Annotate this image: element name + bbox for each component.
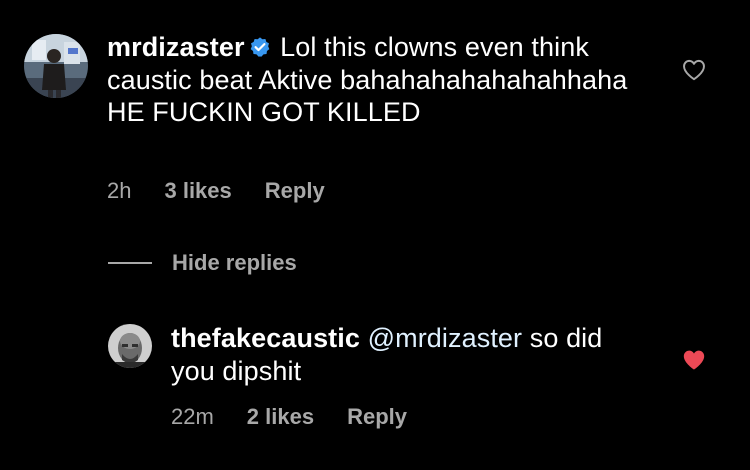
reply-likes-count[interactable]: 2 likes [247, 404, 314, 430]
replier-avatar[interactable] [108, 324, 152, 368]
reply-item: thefakecaustic @mrdizaster so did you di… [0, 300, 750, 460]
comment-meta: 2h 3 likes Reply [107, 178, 325, 204]
user-photo-avatar-icon [24, 34, 88, 98]
hide-replies-toggle[interactable]: Hide replies [108, 250, 297, 276]
reply-timestamp: 22m [171, 404, 214, 429]
reply-username[interactable]: thefakecaustic [171, 323, 360, 353]
comment-timestamp: 2h [107, 178, 132, 203]
like-button[interactable] [681, 57, 707, 83]
divider-line [108, 262, 152, 264]
reply-mention-link[interactable]: @mrdizaster [368, 323, 523, 353]
user-photo-avatar-icon [108, 324, 152, 368]
commenter-avatar[interactable] [24, 34, 88, 98]
comment-body: mrdizaster Lol this clowns even think ca… [107, 31, 647, 129]
heart-outline-icon [683, 59, 705, 81]
hide-replies-label: Hide replies [172, 250, 297, 275]
heart-filled-icon [683, 350, 705, 370]
reply-button[interactable]: Reply [347, 404, 407, 430]
comment-username[interactable]: mrdizaster [107, 32, 245, 62]
like-button[interactable] [681, 347, 707, 373]
reply-button[interactable]: Reply [265, 178, 325, 204]
verified-badge-icon [250, 37, 269, 57]
reply-body: thefakecaustic @mrdizaster so did you di… [171, 322, 641, 387]
comment-item: mrdizaster Lol this clowns even think ca… [0, 0, 750, 220]
comment-likes-count[interactable]: 3 likes [164, 178, 231, 204]
reply-meta: 22m 2 likes Reply [171, 404, 407, 430]
